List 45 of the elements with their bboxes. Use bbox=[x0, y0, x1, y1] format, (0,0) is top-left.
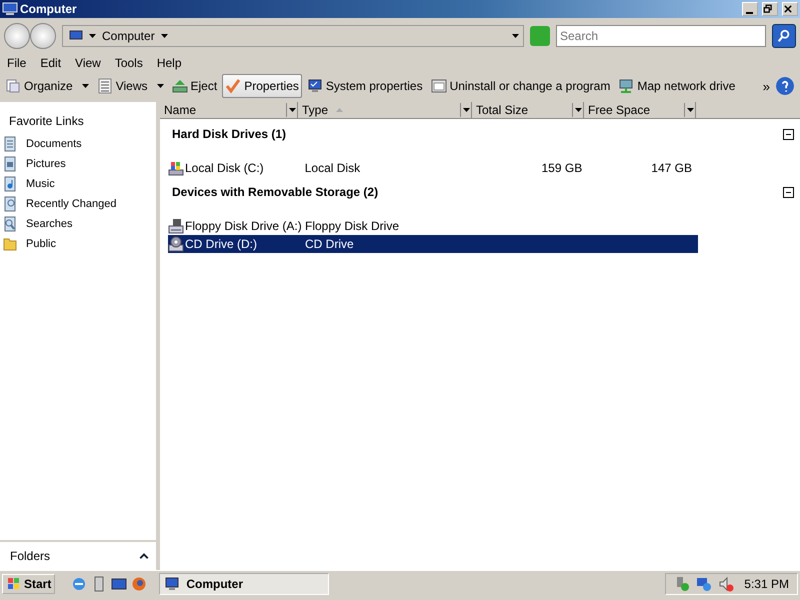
toolbar-button[interactable]: Map network drive bbox=[615, 74, 738, 98]
table-cell-text: 147 GB bbox=[650, 161, 693, 175]
drive-row[interactable]: Local Disk (C:) Local Disk 159 GB 147 GB bbox=[168, 159, 698, 177]
table-cell: Local Disk (C:) bbox=[185, 161, 264, 175]
table-cell-text: Floppy Disk Drive bbox=[305, 219, 400, 233]
taskbar-button[interactable]: Computer bbox=[159, 573, 330, 595]
table-cell: CD Drive (D:) bbox=[185, 237, 257, 251]
toolbar-button[interactable]: Properties bbox=[222, 74, 302, 98]
address-text: Computer bbox=[102, 29, 155, 43]
toolbar-button[interactable]: System properties bbox=[304, 74, 426, 98]
menu-item[interactable]: Edit bbox=[33, 56, 68, 70]
column-header[interactable]: Free Space bbox=[584, 102, 696, 118]
more-button[interactable]: » bbox=[758, 78, 774, 94]
toolbar-button[interactable]: Uninstall or change a program bbox=[428, 74, 614, 98]
column-header[interactable]: Type bbox=[298, 102, 472, 118]
sidebar-item[interactable]: Music bbox=[26, 178, 55, 190]
address-field[interactable]: Computer bbox=[62, 25, 524, 47]
menu-item[interactable]: Tools bbox=[108, 56, 150, 70]
window-title: Computer bbox=[20, 2, 78, 16]
search-field[interactable]: Search bbox=[556, 25, 766, 47]
sidebar-item[interactable]: Recently Changed bbox=[26, 198, 117, 210]
sidebar-item[interactable]: Searches bbox=[26, 218, 72, 230]
group-heading: Hard Disk Drives (1) bbox=[172, 127, 288, 141]
drive-row[interactable]: CD Drive (D:) CD Drive bbox=[168, 235, 698, 253]
clock: 5:31 PM bbox=[744, 577, 789, 591]
menu-item[interactable]: Help bbox=[150, 56, 189, 70]
toolbar-button[interactable]: Eject bbox=[168, 74, 220, 98]
start-button[interactable]: Start bbox=[2, 574, 56, 594]
column-header[interactable]: Name bbox=[160, 102, 298, 118]
table-cell: Floppy Disk Drive (A:) bbox=[185, 219, 302, 233]
column-header[interactable]: Total Size bbox=[472, 102, 584, 118]
toolbar-button[interactable]: Organize bbox=[2, 74, 92, 98]
table-cell-text: CD Drive bbox=[305, 237, 355, 251]
sidebar-heading: Favorite Links bbox=[8, 113, 85, 130]
sidebar-item[interactable]: Documents bbox=[26, 138, 82, 150]
folders-toggle[interactable]: Folders bbox=[10, 549, 50, 563]
sidebar-item[interactable]: Pictures bbox=[26, 158, 66, 170]
drive-row[interactable]: Floppy Disk Drive (A:) Floppy Disk Drive bbox=[168, 217, 698, 235]
table-cell-text: Local Disk bbox=[304, 161, 362, 175]
menu-item[interactable]: View bbox=[68, 56, 108, 70]
group-heading: Devices with Removable Storage (2) bbox=[172, 185, 380, 199]
menu-item[interactable]: File bbox=[0, 56, 34, 70]
table-cell-text: 159 GB bbox=[540, 161, 584, 175]
toolbar-button[interactable]: Views bbox=[94, 74, 166, 98]
sidebar-item[interactable]: Public bbox=[26, 238, 56, 250]
